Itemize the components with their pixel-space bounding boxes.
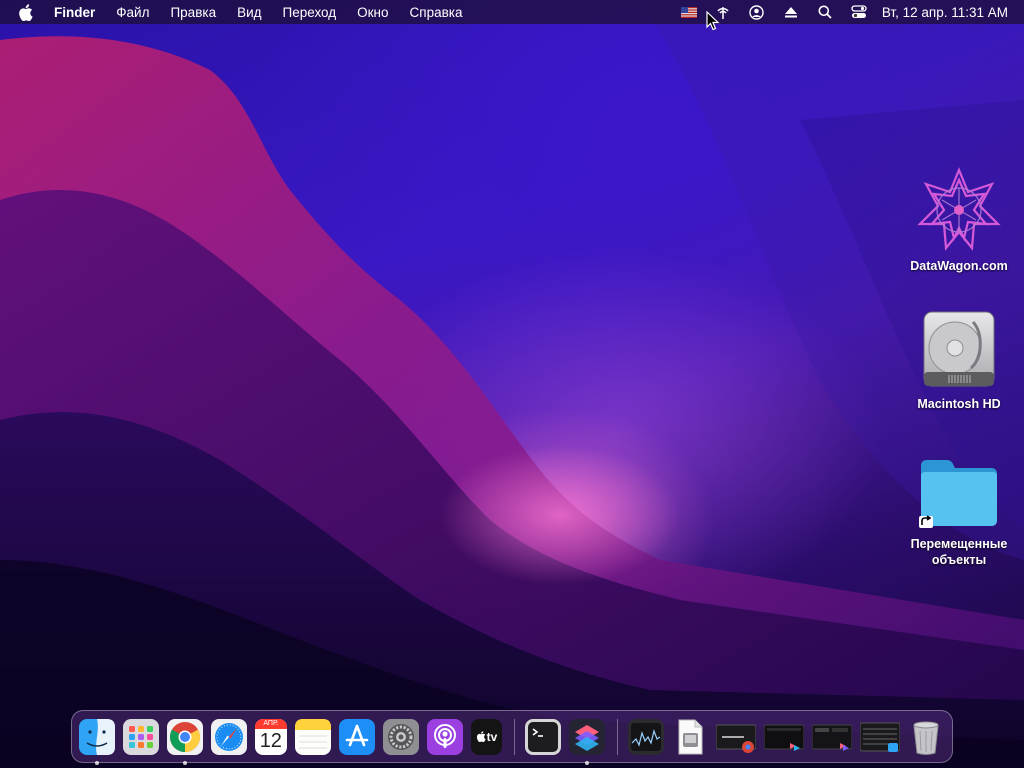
window-thumbnail-icon xyxy=(811,724,853,751)
dock-safari[interactable] xyxy=(211,718,247,755)
dock-chrome[interactable] xyxy=(167,718,203,765)
dock-system-preferences[interactable] xyxy=(382,718,419,755)
window-thumbnail-icon xyxy=(859,722,901,752)
menu-app-finder[interactable]: Finder xyxy=(54,5,95,20)
hard-drive-icon xyxy=(923,311,995,387)
menu-file[interactable]: Файл xyxy=(116,5,149,20)
dock-notes[interactable] xyxy=(294,718,331,755)
dock-apple-tv[interactable]: tv xyxy=(470,718,503,755)
activity-monitor-icon xyxy=(628,718,664,755)
menu-clock[interactable]: Вт, 12 апр. 11:31 AM xyxy=(882,5,1008,20)
launchpad-icon xyxy=(123,718,159,755)
terminal-icon xyxy=(525,718,562,755)
dock-separator xyxy=(514,718,516,755)
menu-go[interactable]: Переход xyxy=(283,5,337,20)
dock-podcasts[interactable] xyxy=(426,718,463,755)
running-indicator xyxy=(95,760,99,765)
desktop-wallpaper xyxy=(0,0,1024,768)
dock-window-2[interactable] xyxy=(763,719,805,755)
dock-window-4[interactable] xyxy=(859,719,901,755)
gear-icon xyxy=(382,718,419,755)
desktop-icon-moved-items[interactable]: Перемещенные объекты xyxy=(899,454,1019,568)
dock-app-store[interactable] xyxy=(338,718,375,755)
mouse-cursor-icon xyxy=(706,11,720,31)
safari-icon xyxy=(211,718,247,755)
podcasts-icon xyxy=(426,718,463,755)
running-indicator xyxy=(585,760,590,765)
dock-terminal[interactable] xyxy=(525,718,562,755)
menu-bar: Finder Файл Правка Вид Переход Окно Спра… xyxy=(0,0,1024,765)
dock: АПР. 12 tv xyxy=(71,710,953,765)
datawagon-logo-icon xyxy=(917,167,1001,251)
menu-help[interactable]: Справка xyxy=(410,5,463,20)
us-flag-icon[interactable] xyxy=(680,4,698,20)
dock-launchpad[interactable] xyxy=(123,718,159,755)
menu-window[interactable]: Окно xyxy=(357,5,388,20)
menu-edit[interactable]: Правка xyxy=(170,5,216,20)
document-icon xyxy=(678,719,703,754)
dock-shortcuts[interactable] xyxy=(569,718,606,765)
control-center-icon[interactable] xyxy=(850,4,868,20)
menu-view[interactable]: Вид xyxy=(237,5,261,20)
dock-activity-monitor[interactable] xyxy=(628,718,664,755)
desktop-icon-datawagon[interactable]: DataWagon.com xyxy=(899,166,1019,274)
finder-icon xyxy=(79,718,115,755)
dock-window-3[interactable] xyxy=(811,719,853,755)
apple-tv-label: tv xyxy=(486,729,498,744)
desktop-icon-label: Перемещенные объекты xyxy=(910,537,1008,567)
calendar-day: 12 xyxy=(259,729,282,752)
running-indicator xyxy=(183,760,187,765)
desktop-icon-label: DataWagon.com xyxy=(910,259,1008,273)
trash-icon xyxy=(913,721,939,755)
window-thumbnail-icon xyxy=(763,724,805,751)
app-store-icon xyxy=(338,718,375,755)
dock-calendar[interactable]: АПР. 12 xyxy=(255,718,287,755)
dock-window-1[interactable] xyxy=(715,719,757,755)
window-thumbnail-icon xyxy=(715,724,757,753)
chrome-icon xyxy=(167,718,203,755)
apple-logo-icon xyxy=(476,731,486,742)
notes-icon xyxy=(294,718,331,755)
search-icon[interactable] xyxy=(816,4,834,20)
eject-icon[interactable] xyxy=(782,4,800,20)
dock-preview[interactable] xyxy=(672,719,708,755)
desktop-icon-macintosh-hd[interactable]: Macintosh HD xyxy=(899,310,1019,412)
dock-trash[interactable] xyxy=(908,719,944,755)
apple-menu-icon[interactable] xyxy=(18,3,34,21)
user-circle-icon[interactable] xyxy=(748,4,766,20)
shortcuts-icon xyxy=(569,718,606,755)
dock-finder[interactable] xyxy=(79,718,115,765)
calendar-month: АПР. xyxy=(255,718,287,729)
dock-separator xyxy=(617,718,618,755)
desktop-icon-label: Macintosh HD xyxy=(917,397,1001,411)
folder-alias-icon xyxy=(919,460,997,528)
